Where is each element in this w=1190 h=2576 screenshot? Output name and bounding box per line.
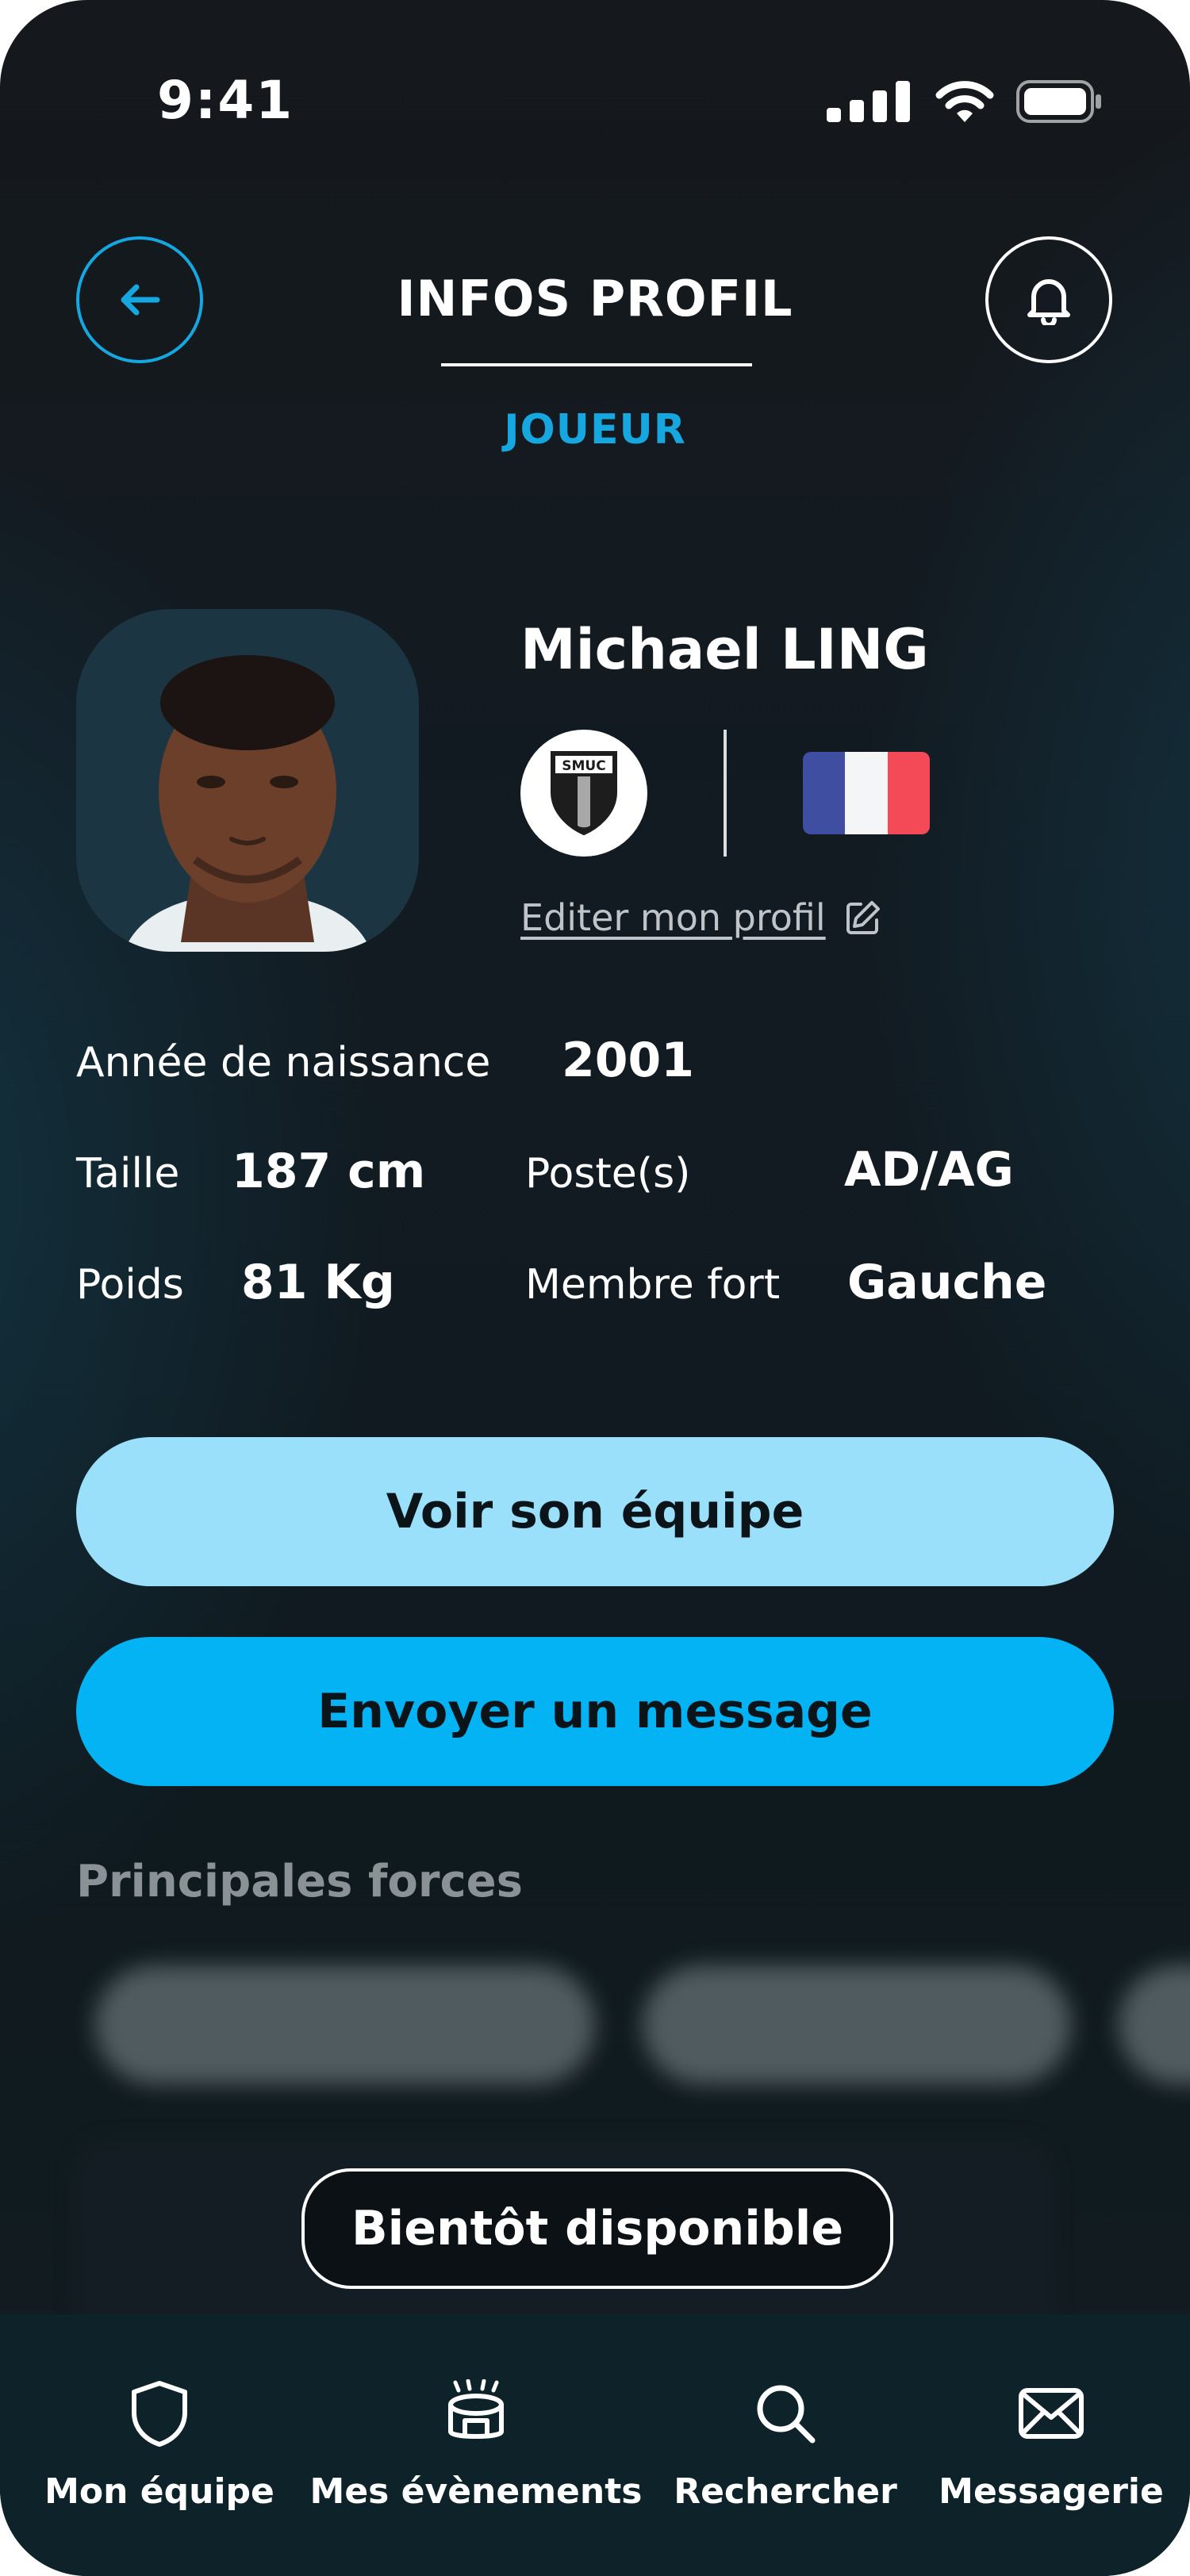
- title-underline: [441, 363, 752, 366]
- height-label: Taille: [76, 1150, 180, 1198]
- edit-profile-label: Editer mon profil: [520, 896, 826, 939]
- strengths-title: Principales forces: [76, 1856, 523, 1907]
- battery-icon: [1016, 80, 1101, 123]
- weight-label: Poids: [76, 1261, 184, 1309]
- nav-item-mes-evenements[interactable]: Mes évènements: [310, 2378, 642, 2512]
- player-photo-icon: [124, 655, 371, 952]
- position-value: AD/AG: [844, 1142, 1014, 1198]
- cellular-signal-icon: [827, 81, 910, 122]
- status-time: 9:41: [157, 70, 294, 131]
- club-shield-icon: SMUC: [551, 751, 617, 836]
- nav-label: Rechercher: [674, 2471, 897, 2512]
- coming-soon-badge: Bientôt disponible: [301, 2168, 893, 2289]
- stadium-icon: [448, 2379, 504, 2439]
- player-name: Michael LING: [520, 617, 929, 682]
- nav-label: Mes évènements: [309, 2471, 643, 2512]
- pencil-square-icon: [846, 901, 880, 934]
- bell-icon: [1027, 279, 1070, 325]
- position-label: Poste(s): [525, 1150, 691, 1198]
- strength-chip-placeholder: [95, 1965, 595, 2084]
- club-badge-text: SMUC: [562, 758, 605, 774]
- badge-divider: [724, 730, 727, 857]
- strengths-chips-blurred: [0, 1951, 1190, 2110]
- bottom-nav: Mon équipe Mes évènements Rechercher Mes…: [0, 2314, 1190, 2576]
- nav-item-messagerie[interactable]: Messagerie: [936, 2378, 1166, 2512]
- mail-icon: [1019, 2388, 1084, 2439]
- birth-year-value: 2001: [562, 1033, 694, 1088]
- view-team-button[interactable]: Voir son équipe: [76, 1437, 1114, 1586]
- birth-year-label: Année de naissance: [76, 1039, 491, 1087]
- nav-item-mon-equipe[interactable]: Mon équipe: [44, 2378, 274, 2512]
- height-value: 187 cm: [232, 1144, 426, 1199]
- strength-chip-placeholder: [1119, 1965, 1190, 2084]
- send-message-button[interactable]: Envoyer un message: [76, 1637, 1114, 1786]
- flag-stripe-white: [845, 752, 888, 834]
- strong-side-value: Gauche: [847, 1255, 1047, 1310]
- player-avatar: [76, 609, 419, 952]
- france-flag: [803, 752, 930, 834]
- phone-screen: 9:41 INFOS PROFIL JOUEUR Michael LING SM…: [0, 0, 1190, 2576]
- weight-value: 81 Kg: [241, 1255, 395, 1310]
- tab-joueur[interactable]: JOUEUR: [0, 406, 1190, 454]
- strong-side-label: Membre fort: [525, 1261, 781, 1309]
- notifications-button[interactable]: [985, 236, 1112, 363]
- strength-chip-placeholder: [643, 1965, 1071, 2084]
- nav-item-rechercher[interactable]: Rechercher: [666, 2378, 904, 2512]
- edit-profile-link[interactable]: Editer mon profil: [520, 896, 883, 939]
- nav-label: Messagerie: [939, 2471, 1164, 2512]
- flag-stripe-red: [887, 752, 930, 834]
- nav-label: Mon équipe: [44, 2471, 274, 2512]
- club-badge[interactable]: SMUC: [520, 730, 647, 857]
- search-icon: [757, 2385, 816, 2444]
- flag-stripe-blue: [803, 752, 846, 834]
- wifi-icon: [935, 81, 994, 122]
- status-icons: [827, 79, 1103, 124]
- shield-icon: [132, 2381, 187, 2447]
